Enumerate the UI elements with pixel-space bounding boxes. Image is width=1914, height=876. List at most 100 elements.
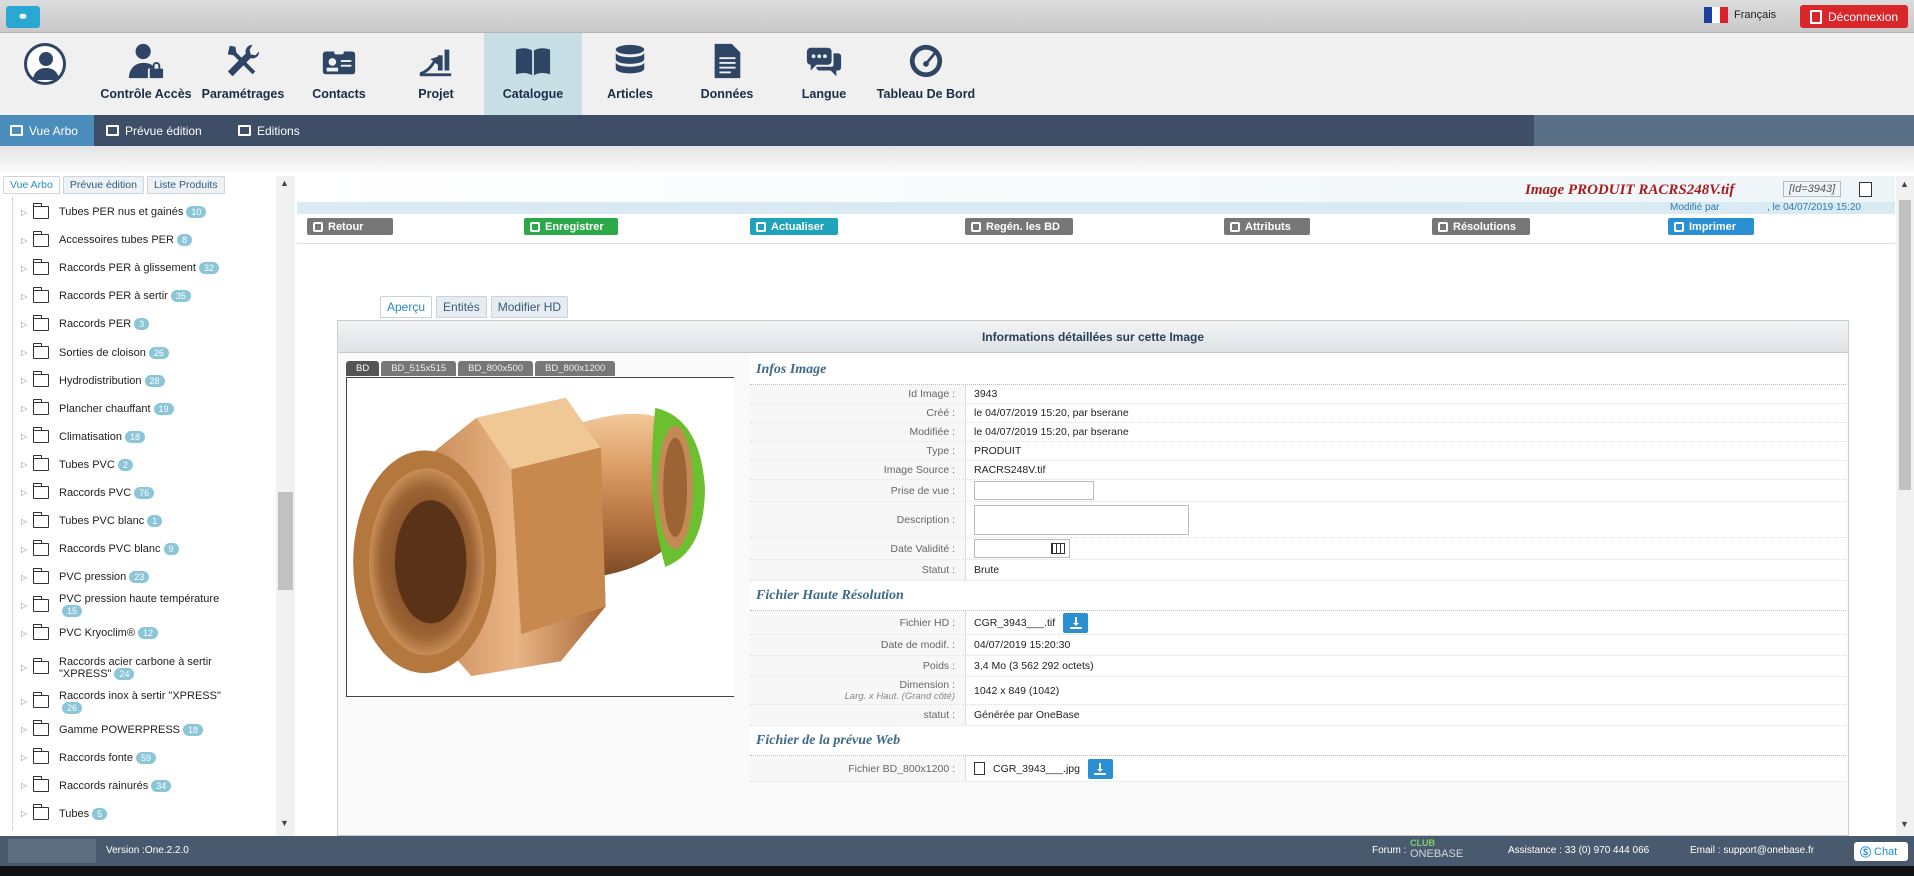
scrollbar-thumb[interactable]: [1899, 200, 1911, 490]
date-validite-input[interactable]: [974, 539, 1070, 558]
mask-icon[interactable]: ⚭: [6, 6, 40, 28]
club-onebase-link[interactable]: CLUB ONEBASE: [1410, 838, 1463, 860]
image-tab-bd-800x1200[interactable]: BD_800x1200: [535, 361, 616, 376]
expand-arrow-icon[interactable]: ▷: [21, 292, 33, 301]
tree-item[interactable]: ▷ Tubes PER nus et gainés 10: [13, 198, 274, 226]
tree-item[interactable]: ▷ Gamme POWERPRESS 18: [13, 716, 274, 744]
scroll-up-icon[interactable]: ▲: [280, 178, 289, 188]
image-tab-bd[interactable]: BD: [346, 361, 380, 376]
nav-tableau-de-bord[interactable]: Tableau De Bord: [872, 33, 980, 115]
expand-arrow-icon[interactable]: ▷: [21, 663, 33, 672]
row-value: 3943: [974, 388, 998, 400]
forum-label: Forum :: [1372, 845, 1407, 856]
tree-item[interactable]: ▷ PVC Kryoclim® 12: [13, 619, 274, 647]
expand-arrow-icon[interactable]: ▷: [21, 517, 33, 526]
expand-arrow-icon[interactable]: ▷: [21, 697, 33, 706]
calendar-icon[interactable]: [1051, 543, 1065, 554]
scroll-down-icon[interactable]: ▼: [1900, 819, 1909, 829]
sidebar-tab-liste-produits[interactable]: Liste Produits: [146, 176, 225, 194]
download-web-button[interactable]: [1087, 758, 1113, 779]
nav-articles[interactable]: Articles: [582, 33, 678, 115]
expand-arrow-icon[interactable]: ▷: [21, 545, 33, 554]
resolutions-button[interactable]: Résolutions: [1432, 218, 1530, 235]
chat-button[interactable]: Ⓢ Chat: [1854, 842, 1908, 861]
image-tab-bd-800x500[interactable]: BD_800x500: [458, 361, 534, 376]
scroll-up-icon[interactable]: ▲: [1900, 179, 1909, 189]
attributs-button[interactable]: Attributs: [1224, 218, 1310, 235]
tab-modifier-hd[interactable]: Modifier HD: [490, 296, 569, 318]
nav-donnees[interactable]: Données: [678, 33, 776, 115]
tree-item[interactable]: ▷ Raccords PVC blanc 9: [13, 535, 274, 563]
subnav-vue-arbo[interactable]: Vue Arbo: [0, 115, 94, 146]
expand-arrow-icon[interactable]: ▷: [21, 781, 33, 790]
expand-arrow-icon[interactable]: ▷: [21, 629, 33, 638]
enregistrer-button[interactable]: Enregistrer: [524, 218, 618, 235]
regen-bd-button[interactable]: Regén. les BD: [965, 218, 1073, 235]
tree-item[interactable]: ▷ Raccords rainurés 34: [13, 772, 274, 800]
image-tab-bd-515[interactable]: BD_515x515: [381, 361, 457, 376]
tree-item[interactable]: ▷ Tubes PVC blanc 1: [13, 507, 274, 535]
scrollbar-thumb[interactable]: [278, 492, 293, 590]
tree-item[interactable]: ▷ Tubes PVC 2: [13, 451, 274, 479]
tree-item[interactable]: ▷ Raccords PER à glissement 32: [13, 254, 274, 282]
retour-button[interactable]: Retour: [307, 218, 393, 235]
expand-arrow-icon[interactable]: ▷: [21, 236, 33, 245]
tree-item[interactable]: ▷ Raccords PER à sertir 35: [13, 282, 274, 310]
sidebar-scrollbar[interactable]: ▲ ▼: [276, 176, 295, 836]
download-hd-button[interactable]: [1063, 612, 1089, 633]
nav-controle-acces[interactable]: Contrôle Accès: [96, 33, 196, 115]
email-label[interactable]: Email : support@onebase.fr: [1690, 845, 1814, 856]
expand-arrow-icon[interactable]: ▷: [21, 488, 33, 497]
expand-arrow-icon[interactable]: ▷: [21, 753, 33, 762]
tree-item[interactable]: ▷ Accessoires tubes PER 8: [13, 226, 274, 254]
expand-arrow-icon[interactable]: ▷: [21, 208, 33, 217]
expand-arrow-icon[interactable]: ▷: [21, 601, 33, 610]
tree-item[interactable]: ▷ PVC pression haute température15: [13, 591, 274, 619]
nav-langue[interactable]: Langue: [776, 33, 872, 115]
expand-arrow-icon[interactable]: ▷: [21, 264, 33, 273]
pdf-icon[interactable]: [1859, 182, 1872, 197]
button-label: Résolutions: [1453, 220, 1516, 233]
subnav-prevue-edition[interactable]: Prévue édition: [96, 115, 228, 146]
expand-arrow-icon[interactable]: ▷: [21, 809, 33, 818]
language-selector[interactable]: Français: [1704, 7, 1776, 23]
expand-arrow-icon[interactable]: ▷: [21, 432, 33, 441]
imprimer-button[interactable]: Imprimer: [1668, 218, 1754, 235]
expand-arrow-icon[interactable]: ▷: [21, 376, 33, 385]
tree-item[interactable]: ▷ Raccords fonte 59: [13, 744, 274, 772]
scroll-down-icon[interactable]: ▼: [280, 818, 289, 828]
sidebar-tab-prevue-edition[interactable]: Prévue édition: [62, 176, 144, 194]
expand-arrow-icon[interactable]: ▷: [21, 404, 33, 413]
page-scrollbar[interactable]: ▲ ▼: [1896, 176, 1914, 836]
nav-parametrages[interactable]: Paramétrages: [196, 33, 290, 115]
logout-button[interactable]: Déconnexion: [1800, 5, 1908, 28]
expand-arrow-icon[interactable]: ▷: [21, 348, 33, 357]
nav-projet[interactable]: Projet: [388, 33, 484, 115]
tree-item[interactable]: ▷ Raccords inox à sertir "XPRESS"26: [13, 688, 274, 716]
nav-contacts[interactable]: Contacts: [290, 33, 388, 115]
tree-item[interactable]: ▷ Climatisation 18: [13, 423, 274, 451]
expand-arrow-icon[interactable]: ▷: [21, 460, 33, 469]
expand-arrow-icon[interactable]: ▷: [21, 573, 33, 582]
tree-item[interactable]: ▷ Sorties de cloison 26: [13, 338, 274, 366]
nav-catalogue[interactable]: Catalogue: [484, 33, 582, 115]
dimension-label: Dimension :: [899, 679, 955, 691]
tree-item-label: Climatisation 18: [59, 430, 145, 443]
tree-item[interactable]: ▷ Hydrodistribution 28: [13, 367, 274, 395]
prise-de-vue-input[interactable]: [974, 481, 1094, 500]
tree-item[interactable]: ▷ Raccords PER 3: [13, 310, 274, 338]
subnav-editions[interactable]: Editions: [228, 115, 320, 146]
description-textarea[interactable]: [974, 504, 1189, 535]
tab-entites[interactable]: Entités: [436, 296, 487, 318]
sidebar-tab-vue-arbo[interactable]: Vue Arbo: [3, 176, 60, 194]
expand-arrow-icon[interactable]: ▷: [21, 320, 33, 329]
actualiser-button[interactable]: Actualiser: [750, 218, 838, 235]
avatar[interactable]: [24, 43, 66, 85]
tree-item[interactable]: ▷ Plancher chauffant 19: [13, 395, 274, 423]
tree-item[interactable]: ▷ PVC pression 23: [13, 563, 274, 591]
tree-item[interactable]: ▷ Raccords acier carbone à sertir "XPRESS…: [13, 648, 274, 688]
tab-apercu[interactable]: Aperçu: [380, 296, 433, 318]
expand-arrow-icon[interactable]: ▷: [21, 725, 33, 734]
tree-item[interactable]: ▷ Raccords PVC 76: [13, 479, 274, 507]
tree-item[interactable]: ▷ Tubes 5: [13, 800, 274, 828]
